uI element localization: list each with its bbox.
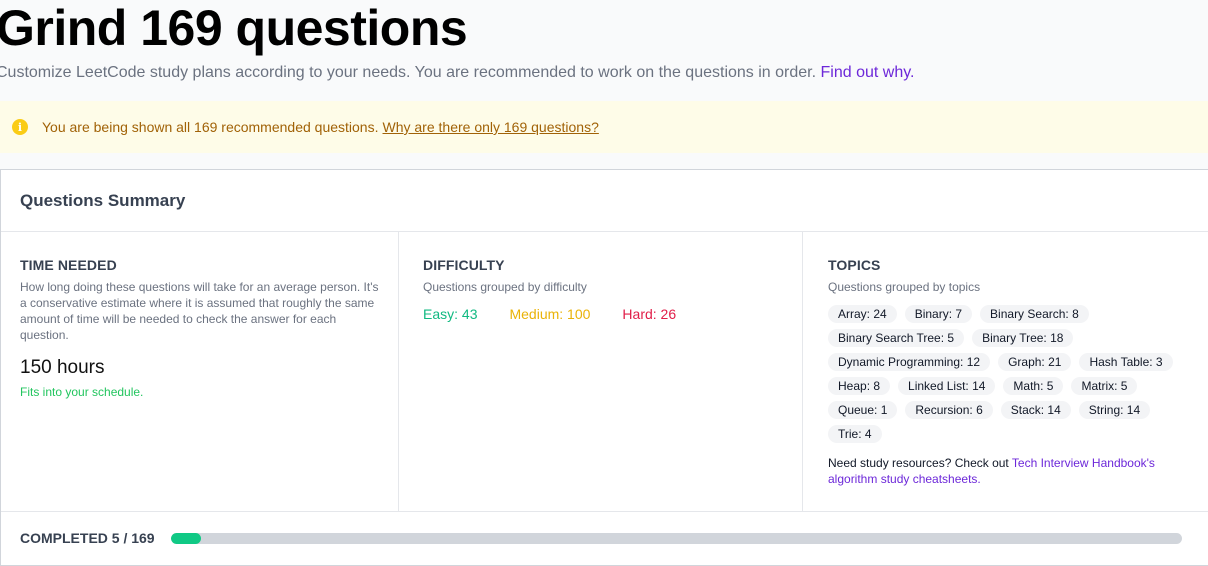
topic-chip: Binary Tree: 18 <box>972 329 1074 347</box>
topic-chip: String: 14 <box>1078 401 1151 419</box>
difficulty-heading: DIFFICULTY <box>423 257 505 273</box>
completion-progress: COMPLETED 5 / 169 <box>1 512 1208 564</box>
topic-chip: Queue: 1 <box>828 401 898 419</box>
panel-header: Questions Summary <box>1 170 1208 232</box>
find-out-why-link[interactable]: Find out why. <box>821 64 915 81</box>
hours-value: 150 hours <box>20 357 105 378</box>
topic-chip: Hash Table: 3 <box>1079 353 1173 371</box>
difficulty-description: Questions grouped by difficulty <box>423 280 587 294</box>
study-resources: Need study resources? Check out Tech Int… <box>828 455 1188 487</box>
schedule-status: Fits into your schedule. <box>20 385 144 399</box>
easy-count: Easy: 43 <box>423 306 478 322</box>
time-needed-section: TIME NEEDED How long doing these questio… <box>1 232 399 511</box>
hard-count: Hard: 26 <box>622 306 677 322</box>
topic-chip: Graph: 21 <box>998 353 1072 371</box>
progress-bar-fill <box>170 532 201 544</box>
topic-chip: Trie: 4 <box>828 425 882 443</box>
panel-title: Questions Summary <box>20 190 186 210</box>
medium-count: Medium: 100 <box>509 306 591 322</box>
topic-chip: Stack: 14 <box>1000 401 1071 419</box>
topic-chip: Heap: 8 <box>828 377 891 395</box>
topic-chip: Binary Search: 8 <box>980 305 1089 323</box>
resources-text: Need study resources? Check out <box>828 456 1009 470</box>
topic-chip: Linked List: 14 <box>898 377 996 395</box>
time-needed-description: How long doing these questions will take… <box>20 280 379 342</box>
topic-chip: Dynamic Programming: 12 <box>828 353 991 371</box>
difficulty-counts: Easy: 43 Medium: 100 Hard: 26 <box>423 306 783 322</box>
progress-bar <box>170 532 1182 544</box>
topic-chip: Array: 24 <box>828 305 897 323</box>
topic-chip: Recursion: 6 <box>905 401 993 419</box>
time-needed-heading: TIME NEEDED <box>20 257 117 273</box>
topic-chip: Binary Search Tree: 5 <box>828 329 965 347</box>
topics-heading: TOPICS <box>828 257 881 273</box>
topics-section: TOPICS Questions grouped by topics Array… <box>803 232 1208 511</box>
completed-label: COMPLETED 5 / 169 <box>20 530 155 546</box>
page-title: Grind 169 questions <box>0 0 468 56</box>
questions-summary-panel: Questions Summary TIME NEEDED How long d… <box>0 169 1208 566</box>
topic-chip: Matrix: 5 <box>1071 377 1138 395</box>
difficulty-section: DIFFICULTY Questions grouped by difficul… <box>399 232 803 511</box>
topics-description: Questions grouped by topics <box>828 280 981 294</box>
why-only-169-link[interactable]: Why are there only 169 questions? <box>383 119 599 135</box>
topic-chip: Binary: 7 <box>904 305 973 323</box>
info-icon: i <box>12 119 28 135</box>
info-notice: i You are being shown all 169 recommende… <box>0 101 1208 153</box>
page-subtitle: Customize LeetCode study plans according… <box>0 62 914 84</box>
summary-columns: TIME NEEDED How long doing these questio… <box>1 232 1208 512</box>
topic-chips: Array: 24 Binary: 7 Binary Search: 8 Bin… <box>828 305 1188 443</box>
topic-chip: Math: 5 <box>1003 377 1064 395</box>
subtitle-text: Customize LeetCode study plans according… <box>0 64 817 81</box>
notice-text: You are being shown all 169 recommended … <box>42 119 379 135</box>
